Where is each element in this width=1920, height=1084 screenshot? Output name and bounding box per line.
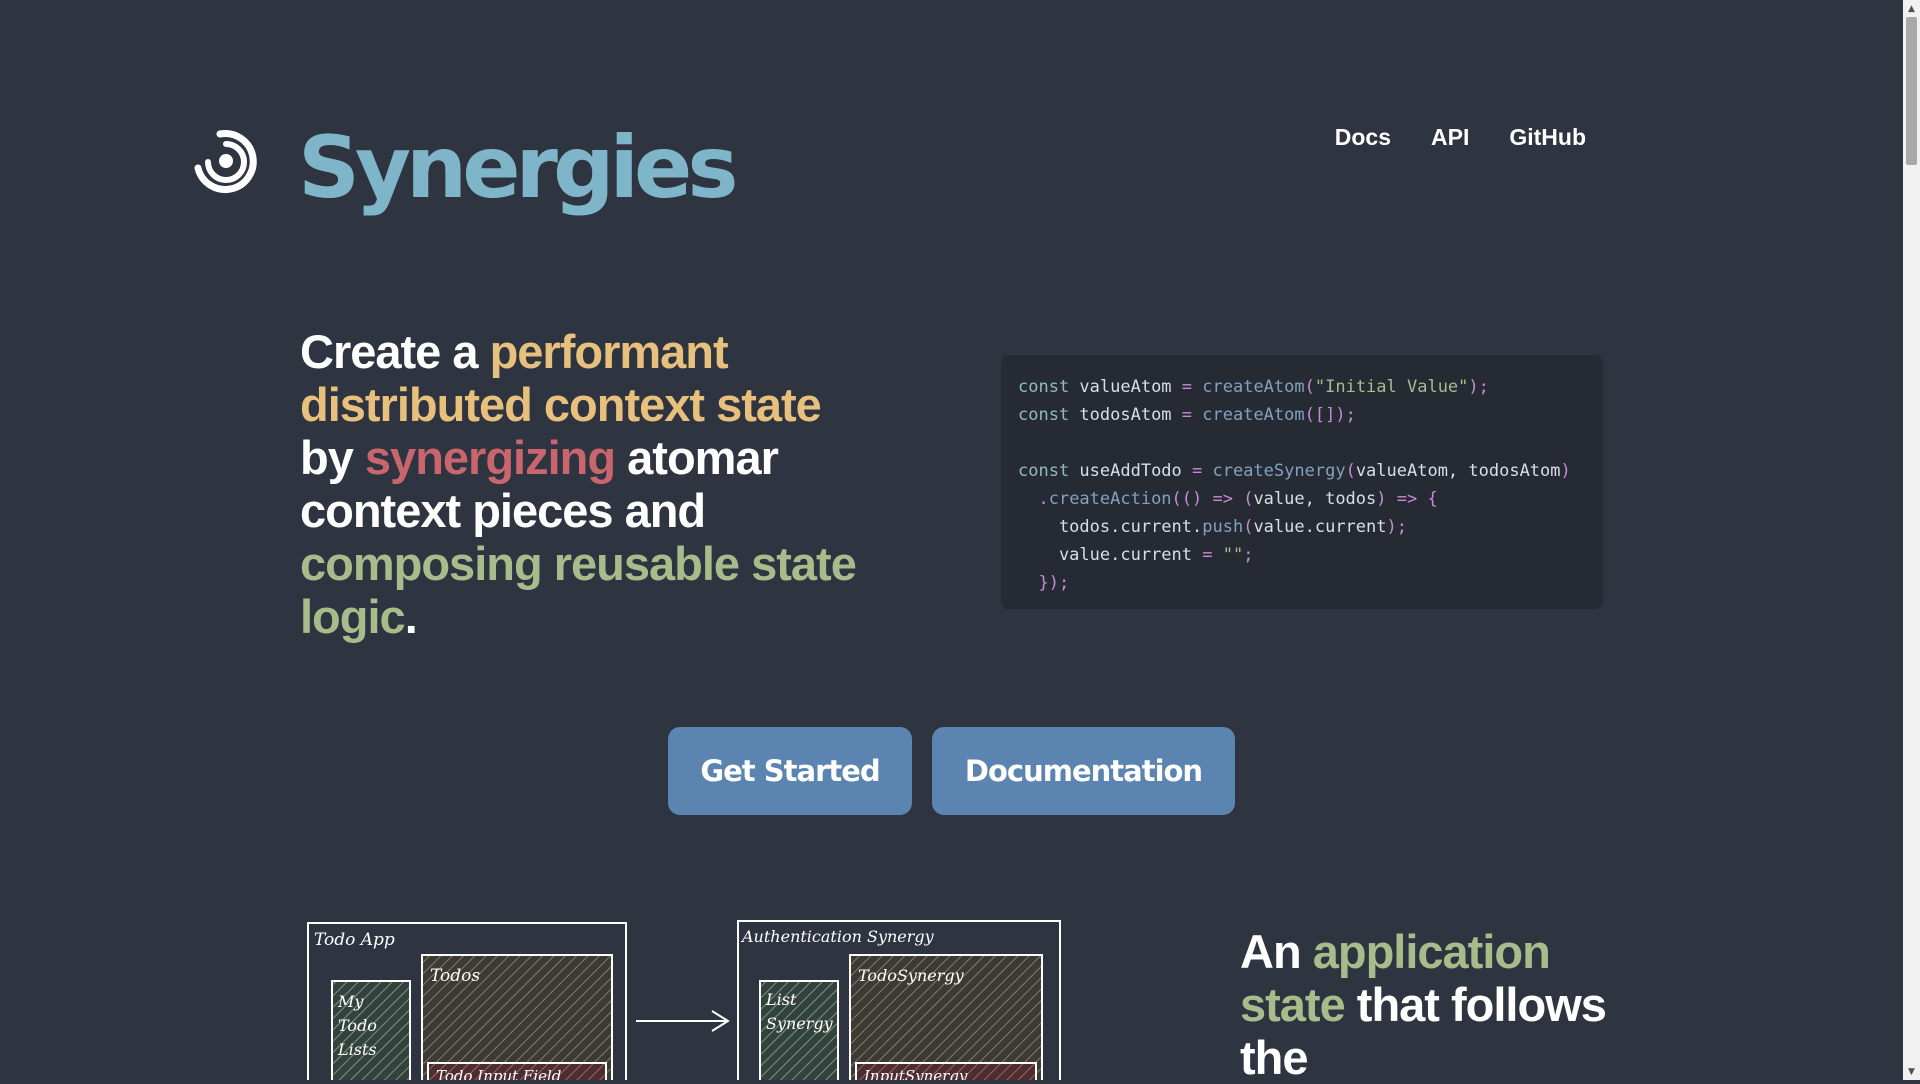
- code-line: value.current = "";: [1018, 545, 1254, 565]
- my-todo-lists-label: My: [337, 992, 364, 1011]
- scroll-down-arrow-icon[interactable]: ▼: [1903, 1063, 1920, 1080]
- todos-label: Todos: [430, 966, 480, 986]
- code-line: todos.current.push(value.current);: [1018, 517, 1407, 537]
- nav-link-api[interactable]: API: [1431, 124, 1469, 151]
- brand-name[interactable]: Synergies: [298, 118, 739, 218]
- nav-link-docs[interactable]: Docs: [1335, 124, 1391, 151]
- code-example: const valueAtom = createAtom("Initial Va…: [1001, 355, 1603, 609]
- documentation-button[interactable]: Documentation: [932, 727, 1235, 815]
- page-scrollbar[interactable]: ▲ ▼: [1903, 0, 1920, 1080]
- scroll-up-arrow-icon[interactable]: ▲: [1903, 0, 1920, 17]
- code-line: const valueAtom = createAtom("Initial Va…: [1018, 377, 1489, 397]
- auth-synergy-label: Authentication Synergy: [740, 927, 935, 946]
- hero-tagline: Create a performant distributed context …: [300, 325, 860, 643]
- get-started-button[interactable]: Get Started: [668, 727, 912, 815]
- list-synergy-label: List: [765, 990, 797, 1009]
- code-line: });: [1018, 573, 1070, 593]
- top-nav: Docs API GitHub: [1335, 124, 1586, 151]
- section-heading: An application state that follows the: [1240, 925, 1620, 1084]
- swirl-logo-icon[interactable]: [190, 128, 262, 200]
- heading-part: An: [1240, 925, 1313, 978]
- todo-synergy-label: TodoSynergy: [858, 966, 965, 985]
- svg-text:Lists: Lists: [337, 1040, 377, 1059]
- tagline-period: .: [404, 590, 418, 643]
- input-synergy-label: InputSynergy: [863, 1067, 968, 1080]
- code-line: .createAction(() => (value, todos) => {: [1018, 489, 1438, 509]
- tagline-part: Create a: [300, 325, 490, 378]
- scrollbar-thumb[interactable]: [1906, 17, 1917, 165]
- todo-input-field-label: Todo Input Field: [436, 1067, 561, 1080]
- nav-link-github[interactable]: GitHub: [1509, 124, 1586, 151]
- architecture-sketch: Todo App My Todo Lists Todos Todo Input …: [307, 920, 1061, 1080]
- todo-app-label: Todo App: [314, 930, 395, 950]
- tagline-highlight-composing: composing reusable state logic: [300, 537, 857, 643]
- tagline-highlight-synergizing: synergizing: [364, 431, 616, 484]
- tagline-part: by: [300, 431, 365, 484]
- svg-text:Todo: Todo: [338, 1016, 377, 1035]
- code-line: const useAddTodo = createSynergy(valueAt…: [1018, 461, 1571, 481]
- code-line: const todosAtom = createAtom([]);: [1018, 405, 1356, 425]
- svg-text:Synergy: Synergy: [766, 1014, 834, 1033]
